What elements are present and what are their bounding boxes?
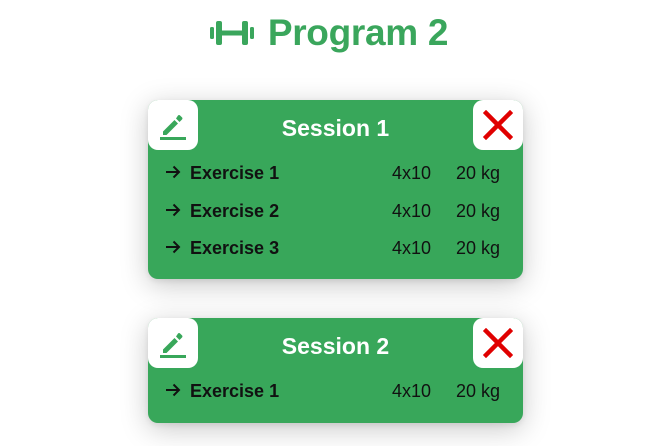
- exercise-name: Exercise 1: [190, 163, 280, 183]
- exercise-weight: 20 kg: [456, 381, 501, 401]
- exercise-weight: 20 kg: [456, 200, 501, 221]
- exercise-name: Exercise 2: [190, 200, 280, 221]
- exercise-sets: 4x10: [392, 238, 432, 258]
- page-header: Program 2: [0, 10, 658, 56]
- exercise-list: Exercise 1 4x10 20 kg Exercise 2 4x10 20…: [148, 150, 523, 274]
- session-card-header: Session 2: [148, 318, 523, 368]
- exercise-name: Exercise 1: [190, 381, 280, 401]
- exercise-list: Exercise 1 4x10 20 kg: [148, 368, 523, 417]
- session-title: Session 2: [281, 333, 390, 359]
- exercise-row[interactable]: Exercise 3 4x10 20 kg: [148, 236, 523, 274]
- arrow-right-icon: [166, 383, 181, 397]
- delete-session-button[interactable]: [473, 100, 523, 150]
- session-card-header: Session 1: [148, 100, 523, 150]
- exercise-weight: 20 kg: [456, 163, 501, 183]
- session-card: Session 1 Exercise 1 4x10 20 kg Exercise…: [148, 100, 523, 279]
- delete-session-button[interactable]: [473, 318, 523, 368]
- arrow-right-icon: [166, 165, 181, 179]
- exercise-weight: 20 kg: [456, 238, 501, 258]
- page-title: Program 2: [267, 12, 449, 53]
- exercise-row[interactable]: Exercise 1 4x10 20 kg: [148, 379, 523, 417]
- exercise-sets: 4x10: [392, 381, 432, 401]
- exercise-name: Exercise 3: [190, 238, 280, 258]
- dumbbell-icon: [209, 21, 254, 45]
- arrow-right-icon: [166, 240, 181, 254]
- exercise-sets: 4x10: [392, 163, 432, 183]
- exercise-row[interactable]: Exercise 1 4x10 20 kg: [148, 161, 523, 199]
- exercise-row[interactable]: Exercise 2 4x10 20 kg: [148, 199, 523, 237]
- exercise-sets: 4x10: [392, 200, 432, 221]
- session-title: Session 1: [281, 115, 390, 141]
- arrow-right-icon: [166, 203, 181, 216]
- session-card: Session 2 Exercise 1 4x10 20 kg: [148, 318, 523, 423]
- program-page: Program 2 Session 1 Exercise 1 4x10 20 k…: [0, 0, 658, 446]
- close-icon: [483, 328, 513, 358]
- close-icon: [483, 110, 513, 140]
